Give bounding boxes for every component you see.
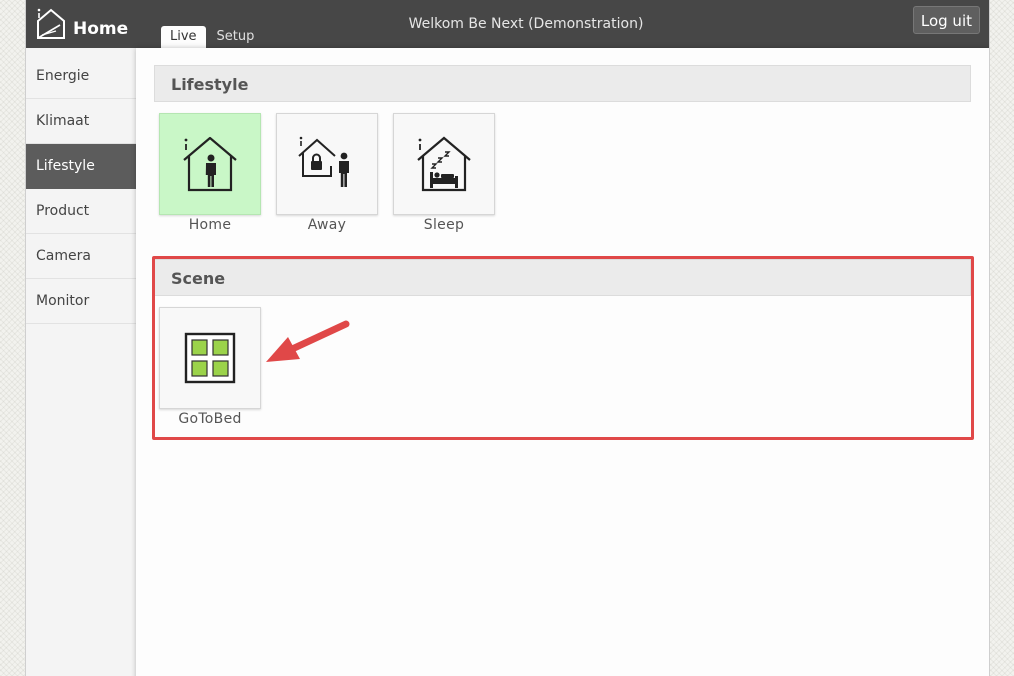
scene-tile-gotobed[interactable]: GoToBed xyxy=(159,307,261,427)
home-logo-icon xyxy=(37,8,65,39)
lifestyle-section-title: Lifestyle xyxy=(154,65,971,102)
tile-label: Home xyxy=(188,217,232,233)
tile-label: Sleep xyxy=(423,217,465,233)
gotobed-scene-button[interactable] xyxy=(159,307,261,409)
house-lock-away-icon xyxy=(298,136,349,187)
scene-grid-icon xyxy=(184,332,236,384)
sidebar-item-klimaat[interactable]: Klimaat xyxy=(26,99,136,144)
tile-label: GoToBed xyxy=(178,411,242,427)
sleep-mode-button[interactable] xyxy=(393,113,495,215)
welcome-text: Welkom Be Next (Demonstration) xyxy=(408,16,644,32)
home-mode-button[interactable] xyxy=(159,113,261,215)
brand[interactable]: Home xyxy=(34,4,128,44)
tab-setup[interactable]: Setup xyxy=(208,26,264,48)
sidebar: Energie Klimaat Lifestyle Product Camera… xyxy=(26,54,136,324)
app-title: Home xyxy=(73,19,129,39)
sidebar-item-lifestyle[interactable]: Lifestyle xyxy=(26,144,136,189)
tab-live[interactable]: Live xyxy=(161,26,206,48)
main-content: Lifestyle Home Away Sleep Scene GoToBed xyxy=(136,48,989,676)
sidebar-item-camera[interactable]: Camera xyxy=(26,234,136,279)
tile-label: Away xyxy=(307,217,347,233)
lifestyle-tile-sleep[interactable]: Sleep xyxy=(393,113,495,233)
sidebar-item-product[interactable]: Product xyxy=(26,189,136,234)
lifestyle-tile-home[interactable]: Home xyxy=(159,113,261,233)
lifestyle-tile-away[interactable]: Away xyxy=(276,113,378,233)
house-sleep-icon xyxy=(417,136,471,192)
top-bar: Home Live Setup Welkom Be Next (Demonstr… xyxy=(26,0,989,48)
house-person-icon xyxy=(183,136,237,192)
app-window: Home Live Setup Welkom Be Next (Demonstr… xyxy=(25,0,990,676)
scene-section-title: Scene xyxy=(154,259,971,296)
tab-bar: Live Setup xyxy=(161,26,265,48)
logout-button[interactable]: Log uit xyxy=(912,6,980,34)
sidebar-item-monitor[interactable]: Monitor xyxy=(26,279,136,324)
sidebar-item-energie[interactable]: Energie xyxy=(26,54,136,99)
away-mode-button[interactable] xyxy=(276,113,378,215)
